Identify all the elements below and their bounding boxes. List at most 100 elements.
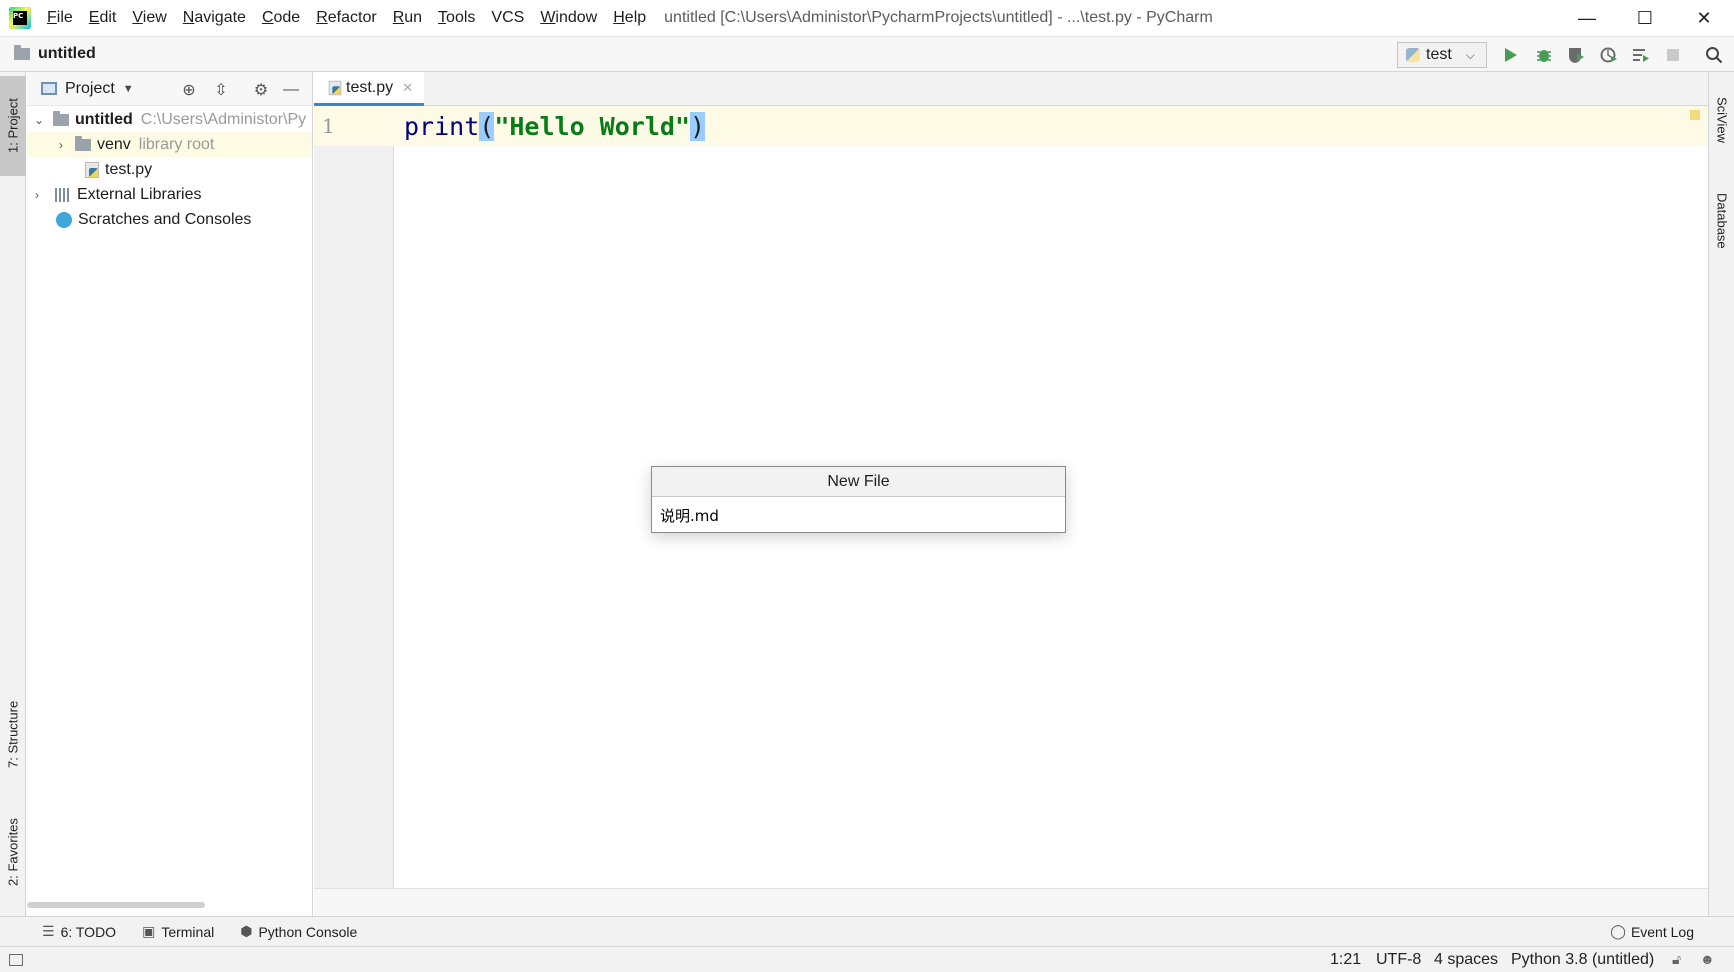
left-tool-stripe: 1: Project 7: Structure 2: Favorites (0, 72, 26, 916)
chevron-right-icon[interactable]: › (31, 188, 43, 202)
project-tool-window: Project ▼ ⊕ ⇳ ⚙ — ⌄ untitled C:\Users\Ad… (27, 72, 313, 916)
new-file-dialog: New File (651, 466, 1066, 533)
python-file-icon (85, 161, 99, 178)
tool-button-python-console-label: Python Console (258, 923, 358, 940)
tree-row-test-py[interactable]: test.py (27, 157, 312, 182)
inspection-marker[interactable] (1690, 110, 1700, 120)
caret-position[interactable]: 1:21 (1330, 951, 1361, 969)
run-button[interactable] (1501, 45, 1521, 65)
python-icon (1406, 48, 1420, 62)
folder-icon (53, 110, 69, 126)
project-view-select[interactable]: Project (65, 80, 115, 98)
editor-tab-bar: test.py ✕ (314, 72, 1708, 106)
coverage-button[interactable] (1566, 45, 1586, 65)
close-tab-icon[interactable]: ✕ (402, 80, 413, 96)
inspector-icon[interactable]: ☻ (1700, 951, 1715, 967)
tool-tab-sciview[interactable]: SciView (1709, 82, 1734, 158)
tree-scratches-label: Scratches and Consoles (78, 210, 252, 228)
tool-button-todo[interactable]: ☰ 6: TODO (42, 923, 116, 940)
run-configuration-label: test (1426, 46, 1452, 63)
chevron-right-icon[interactable]: › (55, 138, 67, 152)
chevron-down-icon[interactable]: ▼ (123, 83, 134, 95)
stop-button[interactable] (1663, 45, 1683, 65)
crosshair-icon: ⊕ (182, 82, 196, 99)
run-configuration-select[interactable]: test ⌵ (1397, 42, 1487, 68)
tree-row-project-root[interactable]: ⌄ untitled C:\Users\Administor\Py (27, 107, 312, 132)
python-interpreter[interactable]: Python 3.8 (untitled) (1511, 951, 1654, 969)
scratches-icon (56, 211, 72, 228)
menu-file[interactable]: File (39, 9, 81, 27)
debug-button[interactable] (1534, 45, 1554, 65)
collapse-all-button[interactable]: ⇳ (211, 80, 231, 100)
menu-vcs[interactable]: VCS (483, 9, 532, 27)
horizontal-scrollbar[interactable] (27, 902, 205, 908)
hide-panel-button[interactable]: — (281, 80, 301, 100)
menu-code[interactable]: Code (254, 9, 308, 27)
menu-tools[interactable]: Tools (430, 9, 483, 27)
tool-button-event-log-label: Event Log (1630, 923, 1694, 940)
tree-row-external-libraries[interactable]: › External Libraries (27, 182, 312, 207)
menu-window[interactable]: Window (532, 9, 605, 27)
tree-row-scratches[interactable]: Scratches and Consoles (27, 207, 312, 232)
speech-bubble-icon: ◯ (1610, 923, 1626, 939)
right-tool-stripe: SciView Database (1708, 72, 1734, 916)
coverage-icon (1569, 48, 1584, 63)
line-number: 1 (322, 114, 335, 138)
project-view-icon (41, 82, 57, 95)
chevron-down-icon: ⌵ (1465, 47, 1475, 62)
tool-tab-structure[interactable]: 7: Structure (0, 684, 26, 784)
list-icon: ☰ (42, 923, 55, 939)
title-bar: File Edit View Navigate Code Refactor Ru… (0, 0, 1734, 36)
tool-tab-structure-label: 7: Structure (5, 700, 21, 768)
terminal-icon: ▣ (142, 923, 156, 939)
menu-run[interactable]: Run (385, 9, 430, 27)
status-bar: 1:21 UTF-8 4 spaces Python 3.8 (untitled… (0, 946, 1734, 972)
tool-tab-project[interactable]: 1: Project (0, 76, 26, 176)
new-file-name-input[interactable] (652, 498, 1065, 532)
menu-navigate[interactable]: Navigate (175, 9, 254, 27)
code-close-paren: ) (690, 112, 706, 141)
tree-root-path: C:\Users\Administor\Py (140, 110, 307, 128)
settings-button[interactable]: ⚙ (251, 80, 271, 100)
tool-tab-database[interactable]: Database (1709, 176, 1734, 266)
profile-icon (1600, 47, 1617, 63)
lock-icon[interactable]: 🔓︎ (1672, 951, 1681, 968)
maximize-button[interactable]: ☐ (1616, 0, 1674, 36)
file-encoding[interactable]: UTF-8 (1376, 951, 1421, 969)
tree-external-libraries-label: External Libraries (77, 185, 202, 203)
menu-edit[interactable]: Edit (81, 9, 125, 27)
pycharm-logo-icon (9, 7, 31, 29)
minimize-button[interactable]: — (1558, 0, 1616, 36)
code-line[interactable]: print("Hello World") (404, 112, 706, 141)
folder-icon (14, 45, 30, 60)
tree-root-name: untitled (75, 110, 133, 128)
locate-file-button[interactable]: ⊕ (179, 80, 199, 100)
tool-tab-favorites[interactable]: 2: Favorites (0, 802, 26, 902)
tool-button-terminal[interactable]: ▣ Terminal (142, 923, 214, 940)
tree-row-venv[interactable]: › venv library root (27, 132, 312, 157)
menu-view[interactable]: View (124, 9, 174, 27)
indent-setting[interactable]: 4 spaces (1434, 951, 1498, 969)
breadcrumb-project[interactable]: untitled (38, 45, 96, 63)
navigation-bar: untitled test ⌵ (0, 36, 1734, 72)
menu-refactor[interactable]: Refactor (308, 9, 384, 27)
tool-tab-project-label: 1: Project (5, 98, 21, 154)
tree-venv-name: venv (97, 135, 131, 153)
profile-button[interactable] (1599, 45, 1619, 65)
collapse-all-icon: ⇳ (214, 82, 228, 99)
search-icon (1706, 47, 1723, 64)
code-open-paren: ( (479, 112, 495, 141)
close-button[interactable]: ✕ (1675, 0, 1733, 36)
tool-tab-favorites-label: 2: Favorites (5, 818, 21, 886)
dialog-title: New File (652, 467, 1065, 497)
concurrency-button[interactable] (1631, 45, 1651, 65)
chevron-down-icon[interactable]: ⌄ (33, 113, 45, 127)
search-everywhere-button[interactable] (1704, 45, 1724, 65)
toggle-tool-windows-icon[interactable] (9, 953, 23, 966)
python-file-icon (328, 80, 342, 95)
project-panel-header: Project ▼ ⊕ ⇳ ⚙ — (27, 72, 312, 106)
editor-tab-test-py[interactable]: test.py ✕ (314, 72, 424, 106)
tool-button-python-console[interactable]: ⬢ Python Console (240, 923, 357, 940)
tool-button-event-log[interactable]: ◯ Event Log (1610, 923, 1694, 940)
menu-help[interactable]: Help (605, 9, 654, 27)
